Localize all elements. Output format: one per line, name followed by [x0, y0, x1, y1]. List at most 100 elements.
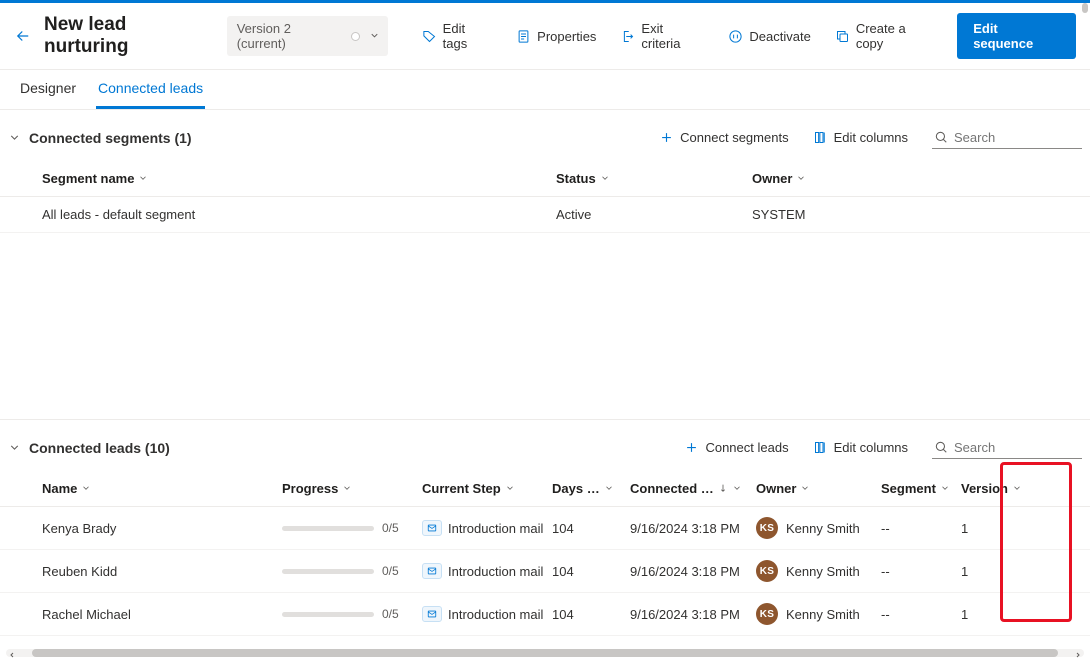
edit-columns-button[interactable]: Edit columns	[803, 434, 918, 461]
col-version[interactable]: Version	[961, 481, 1041, 496]
lead-version-cell: 1	[961, 521, 1041, 536]
properties-icon	[516, 29, 531, 44]
lead-progress-cell: 0/5	[282, 607, 422, 621]
chevron-down-icon[interactable]	[8, 131, 21, 144]
chevron-down-icon	[732, 483, 742, 493]
edit-tags-button[interactable]: Edit tags	[412, 15, 503, 57]
col-owner[interactable]: Owner	[752, 171, 1080, 186]
connect-leads-button[interactable]: Connect leads	[674, 434, 798, 461]
lead-segment-cell: --	[881, 521, 961, 536]
exit-icon	[620, 29, 635, 44]
col-segment-name[interactable]: Segment name	[42, 171, 556, 186]
lead-name-cell: Kenya Brady	[42, 521, 282, 536]
lead-owner-cell: KSKenny Smith	[756, 517, 881, 539]
tag-icon	[422, 29, 437, 44]
col-status[interactable]: Status	[556, 171, 752, 186]
segments-table: Segment name Status Owner All leads - de…	[0, 161, 1090, 233]
avatar: KS	[756, 603, 778, 625]
horizontal-scrollbar[interactable]	[6, 649, 1084, 657]
segment-owner-cell: SYSTEM	[752, 207, 1080, 222]
copy-icon	[835, 29, 850, 44]
lead-version-cell: 1	[961, 564, 1041, 579]
back-arrow-icon[interactable]	[14, 27, 32, 45]
vertical-scroll-indicator[interactable]	[1082, 3, 1088, 13]
avatar: KS	[756, 560, 778, 582]
chevron-down-icon	[800, 483, 810, 493]
tab-bar: Designer Connected leads	[0, 70, 1090, 110]
edit-sequence-label: Edit sequence	[973, 21, 1033, 51]
mail-icon	[422, 520, 442, 536]
columns-icon	[813, 130, 828, 145]
avatar: KS	[756, 517, 778, 539]
chevron-down-icon	[1012, 483, 1022, 493]
leads-table-header: Name Progress Current Step Days … Connec…	[0, 471, 1090, 507]
chevron-down-icon	[604, 483, 614, 493]
plus-icon	[684, 440, 699, 455]
segments-table-header: Segment name Status Owner	[0, 161, 1090, 197]
connect-leads-label: Connect leads	[705, 440, 788, 455]
col-current-step[interactable]: Current Step	[422, 481, 552, 496]
create-copy-button[interactable]: Create a copy	[825, 15, 945, 57]
segments-search-input[interactable]	[954, 130, 1080, 145]
lead-segment-cell: --	[881, 564, 961, 579]
chevron-down-icon	[138, 173, 148, 183]
lead-version-cell: 1	[961, 607, 1041, 622]
mail-icon	[422, 563, 442, 579]
col-days[interactable]: Days …	[552, 481, 630, 496]
table-row[interactable]: All leads - default segment Active SYSTE…	[0, 197, 1090, 233]
tab-designer[interactable]: Designer	[18, 70, 78, 109]
col-progress[interactable]: Progress	[282, 481, 422, 496]
lead-connected-cell: 9/16/2024 3:18 PM	[630, 607, 756, 622]
properties-label: Properties	[537, 29, 596, 44]
table-row[interactable]: Rachel Michael0/5Introduction mail1049/1…	[0, 593, 1090, 636]
properties-button[interactable]: Properties	[506, 23, 606, 50]
table-row[interactable]: Reuben Kidd0/5Introduction mail1049/16/2…	[0, 550, 1090, 593]
lead-owner-cell: KSKenny Smith	[756, 560, 881, 582]
lead-owner-cell: KSKenny Smith	[756, 603, 881, 625]
leads-search[interactable]	[932, 437, 1082, 459]
page-title: New lead nurturing	[44, 14, 215, 58]
edit-columns-button[interactable]: Edit columns	[803, 124, 918, 151]
lead-days-cell: 104	[552, 521, 630, 536]
lead-segment-cell: --	[881, 607, 961, 622]
connected-segments-section: Connected segments (1) Connect segments …	[0, 110, 1090, 420]
deactivate-button[interactable]: Deactivate	[718, 23, 820, 50]
page-header: New lead nurturing Version 2 (current) E…	[0, 3, 1090, 70]
lead-step-cell: Introduction mail	[422, 606, 552, 622]
col-name[interactable]: Name	[42, 481, 282, 496]
col-segment[interactable]: Segment	[881, 481, 961, 496]
leads-table: Name Progress Current Step Days … Connec…	[0, 471, 1090, 636]
plus-icon	[659, 130, 674, 145]
lead-connected-cell: 9/16/2024 3:18 PM	[630, 521, 756, 536]
tab-connected-leads[interactable]: Connected leads	[96, 70, 205, 109]
version-status-dot-icon	[351, 32, 360, 41]
segment-status-cell: Active	[556, 207, 752, 222]
leads-search-input[interactable]	[954, 440, 1080, 455]
lead-step-cell: Introduction mail	[422, 520, 552, 536]
col-owner[interactable]: Owner	[756, 481, 881, 496]
segments-search[interactable]	[932, 127, 1082, 149]
col-connected[interactable]: Connected …	[630, 481, 756, 496]
scrollbar-thumb[interactable]	[32, 649, 1058, 657]
create-copy-label: Create a copy	[856, 21, 935, 51]
chevron-down-icon	[81, 483, 91, 493]
segment-name-cell: All leads - default segment	[42, 207, 556, 222]
chevron-down-icon	[600, 173, 610, 183]
version-label: Version 2 (current)	[237, 21, 343, 51]
exit-criteria-button[interactable]: Exit criteria	[610, 15, 714, 57]
table-row[interactable]: Kenya Brady0/5Introduction mail1049/16/2…	[0, 507, 1090, 550]
lead-days-cell: 104	[552, 564, 630, 579]
edit-sequence-button[interactable]: Edit sequence	[957, 13, 1076, 59]
edit-tags-label: Edit tags	[443, 21, 493, 51]
segments-section-header: Connected segments (1) Connect segments …	[0, 110, 1090, 161]
lead-step-cell: Introduction mail	[422, 563, 552, 579]
search-icon	[934, 440, 948, 454]
sort-arrow-down-icon	[718, 483, 728, 493]
chevron-down-icon	[796, 173, 806, 183]
leads-title: Connected leads (10)	[29, 440, 170, 456]
lead-name-cell: Reuben Kidd	[42, 564, 282, 579]
chevron-down-icon[interactable]	[8, 441, 21, 454]
connect-segments-label: Connect segments	[680, 130, 788, 145]
version-selector[interactable]: Version 2 (current)	[227, 16, 388, 56]
connect-segments-button[interactable]: Connect segments	[649, 124, 798, 151]
